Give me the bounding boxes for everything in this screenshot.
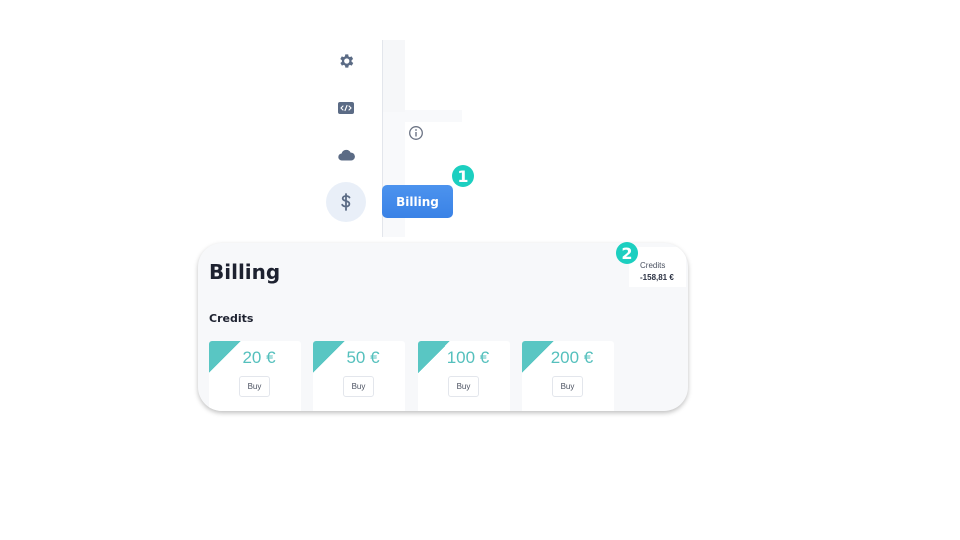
info-icon[interactable] [408,125,424,141]
sidebar-item-developer[interactable] [328,90,364,126]
sidebar [320,40,382,237]
panel-background-strip [405,110,462,122]
sidebar-item-billing[interactable] [326,182,366,222]
page-title: Billing [209,260,281,284]
credit-pack-100: 100 € Buy [418,341,510,411]
step-badge-2: 2 [616,242,638,264]
credits-balance-label: Credits [640,261,666,270]
credit-pack-20: 20 € Buy [209,341,301,411]
buy-button[interactable]: Buy [343,376,374,397]
billing-nav-button[interactable]: Billing [382,185,453,218]
sidebar-item-settings[interactable] [328,43,364,79]
billing-card: Billing Credits -158,81 € Credits 20 € B… [198,243,688,411]
buy-button[interactable]: Buy [448,376,479,397]
cloud-icon [337,149,355,161]
sidebar-item-cloud[interactable] [328,137,364,173]
credits-balance-value: -158,81 € [640,273,674,282]
panel-background-lower [383,112,405,237]
code-icon [338,102,354,114]
pack-amount: 50 € [346,348,380,367]
panel-background [383,40,405,112]
step-badge-1: 1 [452,165,474,187]
dollar-icon [341,193,351,211]
credits-section-title: Credits [209,312,254,325]
buy-button[interactable]: Buy [239,376,270,397]
credit-pack-200: 200 € Buy [522,341,614,411]
pack-amount: 20 € [242,348,276,367]
gear-icon [340,54,354,68]
buy-button[interactable]: Buy [552,376,583,397]
credit-pack-50: 50 € Buy [313,341,405,411]
pack-amount: 200 € [550,348,594,367]
pack-amount: 100 € [446,348,490,367]
